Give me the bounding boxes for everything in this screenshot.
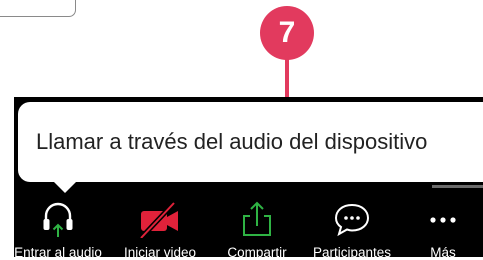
participants-button[interactable]: Participantes [303,198,401,260]
share-button[interactable]: Compartir [214,198,300,260]
share-icon [240,198,274,243]
start-video-button[interactable]: Iniciar video [118,198,202,260]
top-button-fragment[interactable] [0,0,76,17]
tooltip-pointer [53,181,77,193]
share-label: Compartir [227,245,287,260]
callout-line [285,56,289,100]
audio-tooltip: Llamar a través del audio del dispositiv… [18,102,483,182]
more-button[interactable]: Más [414,198,472,260]
step-number-badge: 7 [260,6,314,60]
start-video-label: Iniciar video [123,245,197,260]
scroll-indicator [432,185,483,188]
headphones-arrow-icon [41,198,75,243]
tooltip-text: Llamar a través del audio del dispositiv… [36,129,428,154]
join-audio-label: Entrar al audio [14,245,102,260]
more-label: Más [430,245,456,260]
participants-label: Participantes [312,245,392,260]
join-audio-button[interactable]: Entrar al audio [0,198,118,260]
video-off-icon [138,198,182,243]
more-dots-icon [426,198,460,243]
chat-bubble-icon [333,198,371,243]
